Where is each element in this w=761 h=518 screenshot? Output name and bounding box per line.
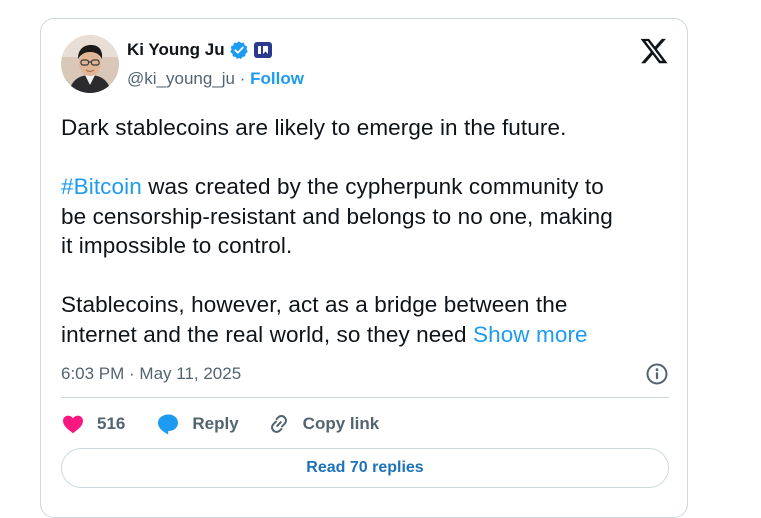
follow-button[interactable]: Follow [250,69,304,88]
tweet-paragraph-2-text: was created by the cypherpunk community … [61,174,613,258]
like-button[interactable]: 516 [61,412,125,436]
reply-button[interactable]: Reply [156,412,239,436]
author-handle[interactable]: @ki_young_ju [127,69,235,88]
tweet-paragraph-1: Dark stablecoins are likely to emerge in… [61,115,567,140]
tweet-card: Ki Young Ju @ki_young_ju · Follow Dark s… [40,18,688,518]
info-icon[interactable] [645,362,669,386]
copy-link-button[interactable]: Copy link [267,412,380,436]
copy-link-label: Copy link [302,414,380,433]
author-handle-row: @ki_young_ju · Follow [127,69,304,89]
tweet-timestamp[interactable]: 6:03 PM · May 11, 2025 [61,364,241,383]
avatar[interactable] [61,35,119,93]
link-icon [267,412,291,436]
tweet-text: Dark stablecoins are likely to emerge in… [61,113,673,349]
avatar-image [61,35,119,93]
tweet-meta: 6:03 PM · May 11, 2025 [61,362,669,386]
action-bar: 516 Reply Copy link [61,409,379,439]
divider [61,397,669,398]
author-name[interactable]: Ki Young Ju [127,40,225,60]
show-more-link[interactable]: Show more [473,322,588,347]
reply-bubble-icon [156,412,180,436]
read-replies-button[interactable]: Read 70 replies [61,448,669,488]
verified-badge-icon [229,40,249,60]
heart-icon [61,412,85,436]
hashtag-link[interactable]: #Bitcoin [61,174,142,199]
tweet-paragraph-2: #Bitcoin was created by the cypherpunk c… [61,172,673,261]
reply-label: Reply [192,414,239,433]
tweet-paragraph-3: Stablecoins, however, act as a bridge be… [61,290,673,349]
like-count: 516 [97,414,126,433]
author-name-row: Ki Young Ju [127,40,273,60]
affiliation-badge-icon[interactable] [253,40,273,60]
x-logo-icon[interactable] [639,36,669,66]
handle-separator: · [239,69,246,88]
